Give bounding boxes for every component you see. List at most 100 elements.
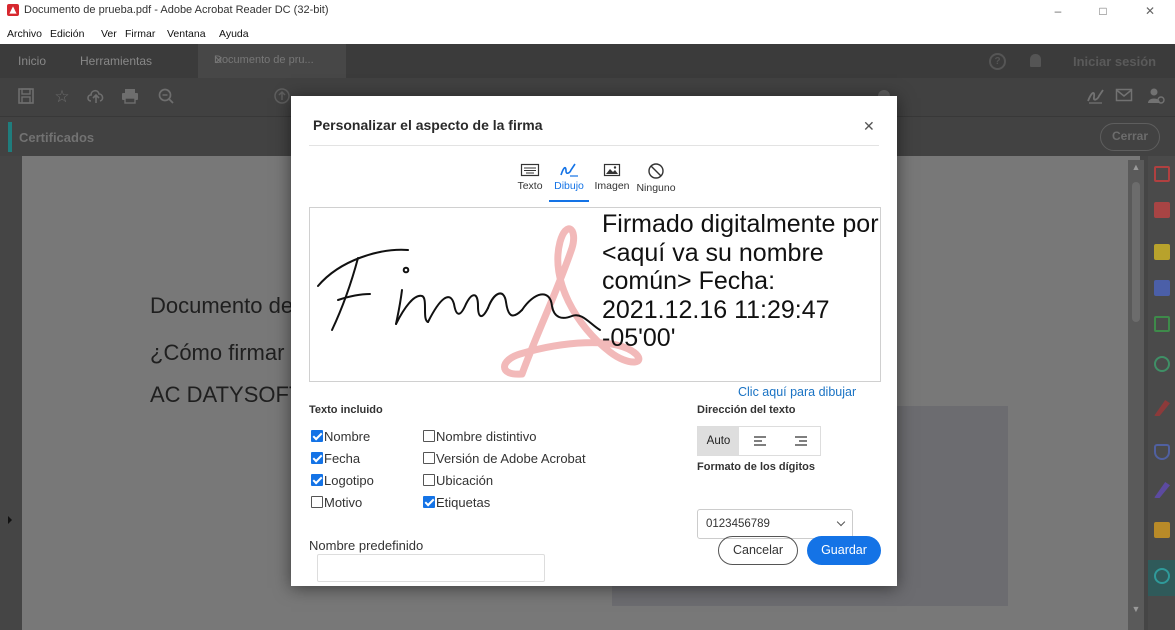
checkbox-motivo-box bbox=[311, 496, 323, 508]
scroll-up-icon[interactable]: ▲ bbox=[1131, 162, 1141, 172]
tab-bar: Inicio Herramientas Documento de pru... … bbox=[0, 44, 1175, 78]
save-icon[interactable] bbox=[16, 87, 36, 107]
close-certificates-button[interactable]: Cerrar bbox=[1100, 123, 1160, 151]
tab-close-icon[interactable]: ✕ bbox=[214, 54, 223, 67]
signature-tool-icon[interactable] bbox=[1086, 87, 1106, 107]
menu-bar: Archivo Edición Ver Firmar Ventana Ayuda bbox=[0, 24, 1175, 42]
create-pdf-icon[interactable] bbox=[1154, 356, 1170, 372]
click-to-draw-link[interactable]: Clic aquí para dibujar bbox=[738, 385, 856, 399]
notifications-bell-icon[interactable] bbox=[1030, 54, 1041, 67]
certificates-title: Certificados bbox=[19, 130, 95, 145]
pen-icon bbox=[560, 163, 578, 177]
align-left-icon[interactable] bbox=[739, 427, 780, 455]
mode-tab-image[interactable]: Imagen bbox=[591, 162, 633, 202]
request-signature-icon[interactable] bbox=[1154, 482, 1170, 498]
included-text-title: Texto incluido bbox=[309, 404, 383, 416]
zoom-search-icon[interactable] bbox=[156, 87, 176, 107]
checkbox-fecha[interactable]: Fecha bbox=[311, 451, 360, 469]
organize-pages-icon[interactable] bbox=[1154, 166, 1170, 182]
signin-link[interactable]: Iniciar sesión bbox=[1073, 54, 1156, 69]
checkbox-logotipo[interactable]: Logotipo bbox=[311, 473, 374, 491]
mode-tab-text-label: Texto bbox=[517, 180, 543, 192]
signature-preview: Firmado digitalmente por <aquí va su nom… bbox=[309, 207, 881, 382]
dialog-title: Personalizar el aspecto de la firma bbox=[313, 117, 543, 133]
digit-format-title: Formato de los dígitos bbox=[697, 461, 815, 473]
tab-herramientas[interactable]: Herramientas bbox=[80, 44, 152, 78]
checkbox-nombre[interactable]: Nombre bbox=[311, 429, 370, 447]
checkbox-etiquetas[interactable]: Etiquetas bbox=[423, 495, 490, 513]
menu-ver[interactable]: Ver bbox=[101, 28, 117, 40]
share-user-icon[interactable] bbox=[1146, 87, 1166, 107]
signature-details-text: Firmado digitalmente por <aquí va su nom… bbox=[602, 210, 879, 352]
checkbox-nombre-box bbox=[311, 430, 323, 442]
acrobat-logo-icon bbox=[7, 4, 19, 16]
menu-edicion[interactable]: Edición bbox=[50, 28, 84, 40]
text-direction-group: Auto bbox=[697, 426, 821, 456]
checkbox-fecha-label: Fecha bbox=[324, 451, 361, 466]
right-tools-panel bbox=[1148, 156, 1175, 630]
minimize-button[interactable]: – bbox=[1043, 2, 1073, 20]
mode-tab-draw-label: Dibujo bbox=[554, 180, 584, 192]
help-icon[interactable]: ? bbox=[989, 53, 1006, 70]
mode-tab-draw[interactable]: Dibujo bbox=[549, 162, 589, 202]
protect-icon[interactable] bbox=[1154, 444, 1170, 460]
vertical-scrollbar[interactable]: ▲ ▼ bbox=[1128, 160, 1144, 630]
direction-auto-button[interactable]: Auto bbox=[698, 427, 739, 455]
mail-icon[interactable] bbox=[1114, 87, 1134, 107]
save-button[interactable]: Guardar bbox=[807, 536, 881, 565]
cloud-upload-icon[interactable] bbox=[86, 87, 106, 107]
dialog-divider bbox=[309, 145, 879, 146]
doc-company-line: AC DATYSOFT bbox=[150, 382, 303, 407]
menu-ayuda[interactable]: Ayuda bbox=[219, 28, 249, 40]
cancel-button[interactable]: Cancelar bbox=[718, 536, 798, 565]
checkbox-motivo[interactable]: Motivo bbox=[311, 495, 362, 513]
tab-document[interactable]: Documento de pru... ✕ bbox=[198, 44, 346, 78]
align-right-icon[interactable] bbox=[780, 427, 821, 455]
menu-archivo[interactable]: Archivo bbox=[7, 28, 42, 40]
certificates-tool-icon[interactable] bbox=[1154, 568, 1170, 584]
customize-signature-dialog: Personalizar el aspecto de la firma ✕ Te… bbox=[291, 96, 897, 586]
title-bar: Documento de prueba.pdf - Adobe Acrobat … bbox=[0, 0, 1175, 24]
preset-name-input[interactable] bbox=[317, 554, 545, 582]
image-icon bbox=[603, 163, 621, 177]
checkbox-nombre-distintivo-box bbox=[423, 430, 435, 442]
checkbox-version-acrobat-box bbox=[423, 452, 435, 464]
checkbox-fecha-box bbox=[311, 452, 323, 464]
window-close-button[interactable]: ✕ bbox=[1135, 2, 1165, 20]
send-for-comments-icon[interactable] bbox=[1154, 522, 1170, 538]
prev-page-icon[interactable] bbox=[272, 87, 292, 107]
checkbox-version-acrobat[interactable]: Versión de Adobe Acrobat bbox=[423, 451, 586, 469]
restore-button[interactable]: □ bbox=[1088, 2, 1118, 20]
combine-files-icon[interactable] bbox=[1154, 280, 1170, 296]
mode-tab-none[interactable]: Ninguno bbox=[633, 162, 679, 202]
window-title: Documento de prueba.pdf - Adobe Acrobat … bbox=[24, 4, 329, 16]
edit-pdf-icon[interactable] bbox=[1154, 316, 1170, 332]
expand-left-panel-icon[interactable] bbox=[8, 516, 12, 524]
checkbox-nombre-distintivo-label: Nombre distintivo bbox=[436, 429, 537, 444]
checkbox-ubicacion[interactable]: Ubicación bbox=[423, 473, 493, 491]
export-pdf-icon[interactable] bbox=[1154, 202, 1170, 218]
checkbox-etiquetas-label: Etiquetas bbox=[436, 495, 491, 510]
text-direction-title: Dirección del texto bbox=[697, 404, 796, 416]
comment-icon[interactable] bbox=[1154, 244, 1170, 260]
fill-sign-icon[interactable] bbox=[1154, 400, 1170, 416]
tab-inicio[interactable]: Inicio bbox=[18, 44, 46, 78]
scrollbar-thumb[interactable] bbox=[1132, 182, 1140, 322]
mode-tab-image-label: Imagen bbox=[594, 180, 630, 192]
checkbox-etiquetas-box bbox=[423, 496, 435, 508]
menu-ventana[interactable]: Ventana bbox=[167, 28, 206, 40]
checkbox-logotipo-box bbox=[311, 474, 323, 486]
keyboard-icon bbox=[520, 163, 540, 177]
mode-tab-none-label: Ninguno bbox=[636, 182, 676, 194]
none-icon bbox=[648, 163, 664, 179]
chevron-down-icon bbox=[836, 517, 846, 527]
dialog-close-icon[interactable]: ✕ bbox=[863, 118, 875, 135]
mode-tab-text[interactable]: Texto bbox=[513, 162, 547, 202]
tab-document-label: Documento de pru... bbox=[214, 54, 314, 66]
print-icon[interactable] bbox=[120, 87, 140, 107]
menu-firmar[interactable]: Firmar bbox=[125, 28, 155, 40]
scroll-down-icon[interactable]: ▼ bbox=[1131, 604, 1141, 614]
checkbox-nombre-distintivo[interactable]: Nombre distintivo bbox=[423, 429, 536, 447]
bookmark-star-icon[interactable]: ☆ bbox=[52, 87, 72, 107]
digit-format-select[interactable]: 0123456789 bbox=[697, 509, 853, 539]
